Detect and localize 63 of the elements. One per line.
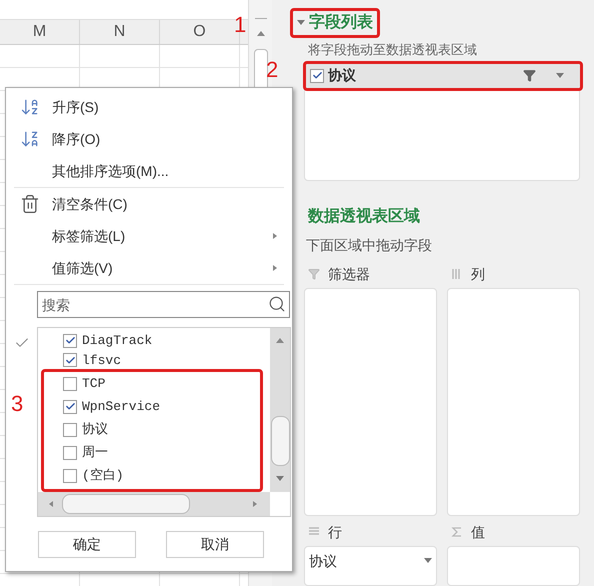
value-item[interactable]: 周一 xyxy=(63,441,260,464)
field-checkbox[interactable] xyxy=(310,68,324,83)
search-field[interactable]: 搜索 xyxy=(37,291,290,318)
dropdown-caret-icon xyxy=(556,72,564,79)
menu-item[interactable]: 标签筛选(L) xyxy=(14,220,284,252)
area-label: 筛选器 xyxy=(328,264,370,284)
value-item[interactable]: WpnService xyxy=(63,395,260,418)
value-checkbox[interactable] xyxy=(63,422,77,436)
area-field[interactable]: 协议 xyxy=(309,550,337,572)
area-label: 行 xyxy=(328,522,342,542)
value-checkbox[interactable] xyxy=(63,400,77,414)
filter-icon xyxy=(308,268,320,280)
menu-item[interactable]: 升序(S) xyxy=(14,91,284,123)
horizontal-scrollbar[interactable] xyxy=(38,492,270,516)
scroll-up-icon xyxy=(276,338,284,344)
collapse-icon xyxy=(297,20,305,26)
panel-title: 字段列表 xyxy=(309,12,373,34)
sigma-icon xyxy=(451,526,463,538)
sort-ascending-icon xyxy=(20,97,40,117)
value-item[interactable]: 协议 xyxy=(63,418,260,441)
checkmark-icon xyxy=(64,401,76,412)
checkmark-icon xyxy=(312,70,322,82)
columns-icon xyxy=(451,268,463,280)
value-checkbox[interactable] xyxy=(63,468,77,482)
value-checkbox[interactable] xyxy=(63,376,77,390)
trash-icon xyxy=(20,194,40,214)
value-item[interactable]: TCP xyxy=(63,372,260,395)
value-checkbox[interactable] xyxy=(63,353,77,368)
panel-hint: 将字段拖动至数据透视表区域 xyxy=(307,41,478,60)
value-item[interactable]: (空白) xyxy=(63,464,260,487)
rows-icon xyxy=(308,526,320,538)
search-icon xyxy=(268,295,286,313)
menu-item[interactable]: 其他排序选项(M)... xyxy=(14,155,284,187)
checkmark-icon xyxy=(64,354,76,366)
column-header[interactable]: N xyxy=(80,20,160,44)
scrollbar-thumb[interactable] xyxy=(270,416,290,466)
scrollbar[interactable] xyxy=(270,328,290,492)
dialog-button[interactable]: 确定 xyxy=(38,531,136,558)
area-label: 列 xyxy=(471,264,485,284)
filter-icon[interactable] xyxy=(523,69,536,82)
value-item[interactable]: DiagTrack xyxy=(63,331,270,350)
scroll-up-icon xyxy=(256,31,264,37)
scroll-left-icon xyxy=(48,501,56,507)
field-row[interactable]: 协议 xyxy=(303,60,583,91)
annotation-number: 2 xyxy=(266,57,278,83)
annotation-number: 3 xyxy=(11,390,24,418)
areas-title: 数据透视表区域 xyxy=(306,206,421,227)
checkmark-icon xyxy=(64,335,76,346)
menu-item[interactable]: 清空条件(C) xyxy=(14,188,284,220)
menu-item[interactable]: 降序(O) xyxy=(14,123,284,155)
scrollbar-thumb[interactable] xyxy=(62,494,190,514)
area-label: 值 xyxy=(471,522,485,542)
value-checkbox[interactable] xyxy=(63,446,77,460)
caret-icon xyxy=(424,558,432,564)
column-header[interactable]: M xyxy=(0,20,80,44)
menu-item[interactable]: 值筛选(V) xyxy=(14,252,284,284)
scroll-down-icon xyxy=(276,476,284,482)
sort-descending-icon xyxy=(20,129,40,149)
areas-hint: 下面区域中拖动字段 xyxy=(305,236,433,255)
field-label: 协议 xyxy=(328,66,357,86)
dialog-button[interactable]: 取消 xyxy=(166,531,264,558)
value-checkbox[interactable] xyxy=(63,334,77,348)
value-item[interactable]: lfsvc xyxy=(63,350,270,370)
